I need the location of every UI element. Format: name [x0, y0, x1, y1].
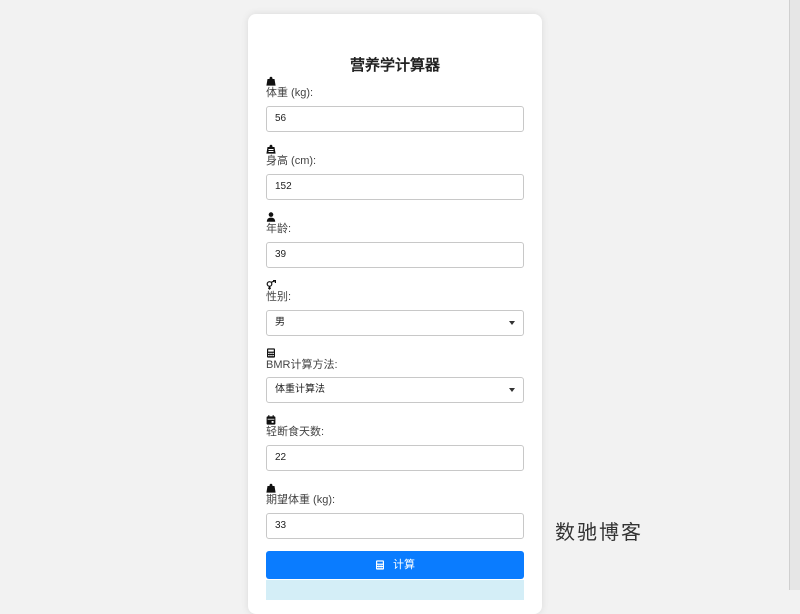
watermark: 数驰博客 — [555, 520, 643, 544]
height-label: 身高 (cm): — [266, 155, 317, 167]
gender-group: 性别: 男 — [266, 280, 524, 336]
calendar-icon — [266, 415, 276, 425]
gender-select[interactable]: 男 — [266, 310, 524, 336]
ruler-icon — [266, 144, 276, 154]
age-input[interactable]: 39 — [266, 242, 524, 268]
target-weight-label: 期望体重 (kg): — [266, 494, 336, 506]
user-icon — [266, 212, 276, 222]
weight-icon — [266, 483, 276, 493]
chevron-down-icon — [509, 388, 515, 392]
calculate-button-label: 计算 — [393, 559, 415, 571]
calculator-icon — [267, 348, 275, 358]
bmr-method-select[interactable]: 体重计算法 — [266, 377, 524, 403]
venus-mars-icon — [266, 280, 276, 290]
fasting-days-input[interactable]: 22 — [266, 445, 524, 471]
age-label: 年龄: — [266, 223, 292, 235]
gender-value: 男 — [275, 317, 285, 328]
scrollbar[interactable] — [789, 0, 800, 590]
weight-group: 体重 (kg): 56 — [266, 76, 524, 132]
fasting-days-group: 轻断食天数: 22 — [266, 415, 524, 471]
calculator-icon — [376, 560, 384, 570]
bmr-method-group: BMR计算方法: 体重计算法 — [266, 348, 524, 403]
target-weight-input[interactable]: 33 — [266, 513, 524, 539]
weight-input[interactable]: 56 — [266, 106, 524, 132]
page-title: 营养学计算器 — [349, 57, 440, 74]
target-weight-group: 期望体重 (kg): 33 — [266, 483, 524, 539]
height-input[interactable]: 152 — [266, 174, 524, 200]
bmr-method-label: BMR计算方法: — [266, 359, 338, 371]
age-group: 年龄: 39 — [266, 212, 524, 268]
height-group: 身高 (cm): 152 — [266, 144, 524, 200]
result-panel — [266, 580, 524, 600]
fasting-days-label: 轻断食天数: — [266, 426, 325, 438]
weight-icon — [266, 76, 276, 86]
calculate-button[interactable]: 计算 — [266, 551, 524, 579]
bmr-method-value: 体重计算法 — [275, 384, 325, 395]
weight-label: 体重 (kg): — [266, 87, 314, 99]
chevron-down-icon — [509, 321, 515, 325]
gender-label: 性别: — [266, 291, 292, 303]
